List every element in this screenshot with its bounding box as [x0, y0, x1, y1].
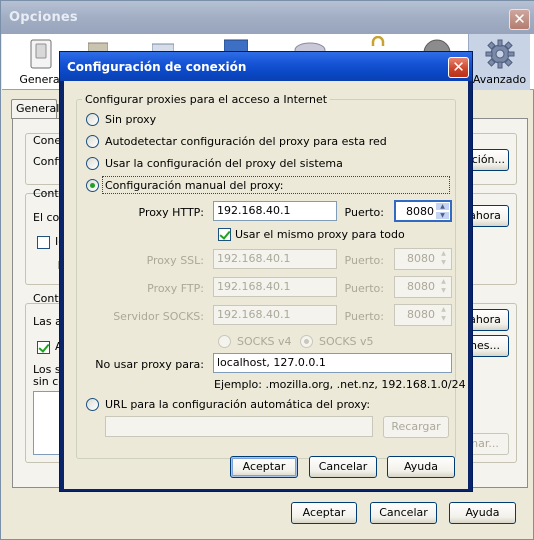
close-icon: ✕ — [452, 58, 465, 76]
radio-socks-v4-label: SOCKS v4 — [237, 335, 292, 348]
tab-general-label: General — [16, 102, 60, 115]
spin-down-icon[interactable]: ▼ — [435, 211, 450, 220]
radio-no-proxy-button[interactable] — [86, 113, 99, 126]
reload-button[interactable]: Recargar — [383, 416, 449, 438]
no-proxy-example: Ejemplo: .mozilla.org, .net.nz, 192.168.… — [214, 378, 466, 391]
connection-help-label: Ayuda — [404, 460, 438, 473]
radio-auto-url-button[interactable] — [86, 398, 99, 411]
reload-label: Recargar — [391, 420, 441, 433]
spin-up-icon[interactable]: ▲ — [435, 202, 450, 211]
spin-up-icon[interactable]: ▲ — [436, 249, 451, 258]
radio-autodetect-label: Autodetectar configuración del proxy par… — [105, 135, 387, 148]
connection-dialog: Configuración de conexión ✕ Configurar p… — [59, 51, 473, 492]
connection-cancel-button[interactable]: Cancelar — [309, 456, 377, 478]
same-proxy-checkbox[interactable] — [218, 228, 231, 241]
radio-system-button[interactable] — [86, 157, 99, 170]
warn-offline-checkbox[interactable] — [37, 341, 50, 354]
gear-icon — [485, 39, 514, 69]
ssl-port-label: Puerto: — [344, 254, 384, 267]
clear-now-label-1: ahora — [469, 209, 501, 222]
radio-no-proxy[interactable]: Sin proxy — [86, 112, 386, 128]
radio-socks-v4[interactable]: SOCKS v4 — [218, 334, 298, 350]
auto-url-input[interactable] — [105, 416, 373, 437]
options-cancel-button[interactable]: Cancelar — [370, 502, 437, 524]
spin-down-icon[interactable]: ▼ — [436, 314, 451, 323]
remove-label: nar... — [471, 437, 499, 450]
socks-proxy-label: Servidor SOCKS: — [113, 310, 204, 323]
socks-proxy-input[interactable]: 192.168.40.1 — [213, 305, 337, 325]
spin-up-icon[interactable]: ▲ — [436, 277, 451, 286]
connection-titlebar[interactable]: Configuración de conexión ✕ — [60, 52, 472, 81]
ftp-port-label: Puerto: — [344, 282, 384, 295]
radio-system[interactable]: Usar la configuración del proxy del sist… — [86, 156, 426, 172]
radio-manual-button[interactable] — [86, 179, 99, 192]
options-help-button[interactable]: Ayuda — [449, 502, 516, 524]
toolbar-avanzado-label: Avanzado — [472, 73, 527, 86]
proxy-group-label: Configurar proxies para el acceso a Inte… — [82, 93, 331, 106]
radio-autodetect[interactable]: Autodetectar configuración del proxy par… — [86, 134, 426, 150]
ssl-proxy-label: Proxy SSL: — [146, 254, 204, 267]
radio-manual[interactable]: Configuración manual del proxy: — [86, 176, 450, 194]
radio-no-proxy-label: Sin proxy — [105, 113, 157, 126]
http-proxy-input[interactable]: 192.168.40.1 — [213, 201, 337, 221]
http-proxy-label: Proxy HTTP: — [138, 206, 204, 219]
ssl-proxy-input[interactable]: 192.168.40.1 — [213, 249, 337, 269]
options-cancel-label: Cancelar — [379, 506, 428, 519]
override-cache-checkbox[interactable] — [37, 236, 50, 249]
radio-socks-v4-button[interactable] — [218, 335, 231, 348]
socks-port-label: Puerto: — [344, 310, 384, 323]
http-port-label: Puerto: — [344, 206, 384, 219]
http-port-value: 8080 — [406, 205, 434, 218]
options-accept-button[interactable]: Aceptar — [291, 502, 357, 524]
ftp-port-value: 8080 — [407, 280, 435, 293]
connection-body: Configurar proxies para el acceso a Inte… — [64, 81, 468, 489]
connection-accept-label: Aceptar — [242, 460, 286, 473]
tab-general[interactable]: General — [11, 99, 60, 119]
socks-port-value: 8080 — [407, 308, 435, 321]
same-proxy-checkbox-row[interactable]: Usar el mismo proxy para todo — [218, 228, 418, 244]
close-icon: ✕ — [513, 10, 526, 28]
connection-close-button[interactable]: ✕ — [448, 57, 469, 78]
ftp-proxy-label: Proxy FTP: — [147, 282, 204, 295]
connection-help-button[interactable]: Ayuda — [387, 456, 455, 478]
options-accept-label: Aceptar — [302, 506, 346, 519]
connection-title: Configuración de conexión — [67, 60, 247, 74]
options-help-label: Ayuda — [465, 506, 500, 519]
radio-socks-v5-label: SOCKS v5 — [319, 335, 374, 348]
ssl-port-value: 8080 — [407, 252, 435, 265]
radio-system-label: Usar la configuración del proxy del sist… — [105, 157, 343, 170]
ftp-port-spinner[interactable]: 8080 ▲ ▼ — [394, 276, 452, 298]
no-proxy-for-label: No usar proxy para: — [95, 358, 204, 371]
toolbar-avanzado[interactable]: Avanzado — [468, 34, 530, 90]
options-titlebar[interactable]: Opciones ✕ — [1, 1, 534, 34]
clear-now-label-2: ahora — [469, 313, 501, 326]
exceptions-label: nes... — [470, 339, 500, 352]
radio-socks-v5-button[interactable] — [300, 335, 313, 348]
radio-socks-v5[interactable]: SOCKS v5 — [300, 334, 380, 350]
switch-icon — [30, 39, 52, 69]
options-close-button[interactable]: ✕ — [509, 9, 530, 30]
ssl-port-spinner[interactable]: 8080 ▲ ▼ — [394, 248, 452, 270]
connection-accept-button[interactable]: Aceptar — [230, 456, 298, 478]
spin-down-icon[interactable]: ▼ — [436, 258, 451, 267]
spin-up-icon[interactable]: ▲ — [436, 305, 451, 314]
http-port-spinner[interactable]: 8080 ▲ ▼ — [394, 200, 452, 222]
same-proxy-label: Usar el mismo proxy para todo — [235, 228, 405, 241]
no-proxy-for-input[interactable]: localhost, 127.0.0.1 — [213, 353, 452, 373]
options-title: Opciones — [9, 10, 78, 25]
connection-cancel-label: Cancelar — [318, 460, 368, 473]
radio-manual-label: Configuración manual del proxy: — [105, 179, 284, 192]
radio-auto-url-label: URL para la configuración automática del… — [105, 398, 371, 411]
socks-port-spinner[interactable]: 8080 ▲ ▼ — [394, 304, 452, 326]
radio-autodetect-button[interactable] — [86, 135, 99, 148]
spin-down-icon[interactable]: ▼ — [436, 286, 451, 295]
ftp-proxy-input[interactable]: 192.168.40.1 — [213, 277, 337, 297]
radio-auto-url[interactable]: URL para la configuración automática del… — [86, 397, 426, 413]
